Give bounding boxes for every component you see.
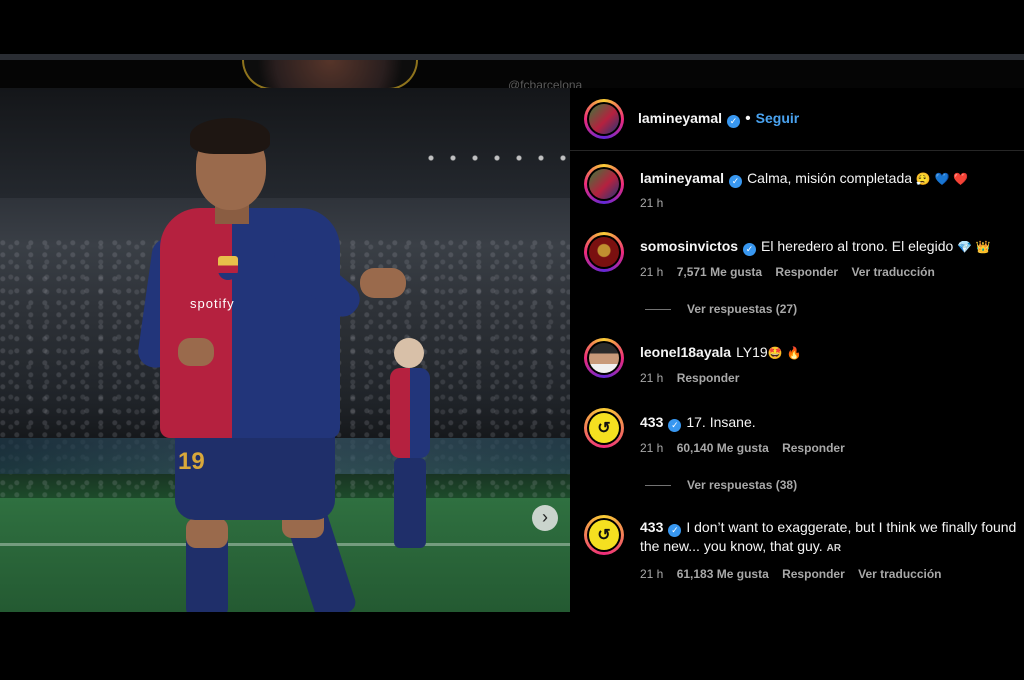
background-player-legs [394, 458, 426, 548]
comment-emojis: 💎 👑 [957, 240, 991, 254]
follow-button[interactable]: Seguir [756, 110, 800, 126]
commenter-username[interactable]: somosinvictos [640, 238, 738, 254]
commenter-avatar[interactable] [584, 164, 624, 204]
view-replies-button[interactable]: Ver respuestas (27) [645, 302, 797, 316]
commenter-avatar[interactable] [584, 338, 624, 378]
reply-button[interactable]: Responder [782, 567, 845, 581]
player-hair [190, 118, 270, 154]
comment-time[interactable]: 21 h [640, 196, 663, 210]
comment-text-line: 433 ✓ I don’t want to exaggerate, but I th… [640, 518, 1016, 537]
comment-text-line: leonel18ayala LY19🤩 🔥 [640, 343, 801, 363]
stadium-roof [0, 88, 570, 198]
reply-button[interactable]: Responder [782, 441, 845, 455]
player-left-hand [178, 338, 214, 366]
post-header: lamineyamal ✓ • Seguir [570, 88, 1024, 151]
brand-433-icon: ↺ [597, 420, 611, 437]
commenter-avatar[interactable]: ↺ [584, 515, 624, 555]
commenter-username[interactable]: lamineyamal [640, 170, 724, 186]
comment-body: I don’t want to exaggerate, but I think … [686, 519, 1017, 535]
likes-count[interactable]: 61,183 Me gusta [677, 567, 769, 581]
comment-body: 17. Insane. [686, 414, 756, 430]
ar-effect-label[interactable]: AR [827, 543, 841, 554]
next-photo-button[interactable]: › [532, 505, 558, 531]
comment-body: El heredero al trono. El elegido [761, 238, 954, 254]
translate-button[interactable]: Ver traducción [851, 265, 934, 279]
commenter-avatar[interactable]: ↺ [584, 408, 624, 448]
verified-badge-icon: ✓ [729, 175, 743, 188]
reply-button[interactable]: Responder [775, 265, 838, 279]
commenter-username[interactable]: 433 [640, 414, 663, 430]
commenter-username[interactable]: leonel18ayala [640, 344, 731, 360]
commenter-username[interactable]: 433 [640, 519, 663, 535]
pitch-line [0, 543, 570, 546]
view-replies-button[interactable]: Ver respuestas (38) [645, 478, 797, 492]
comment-text-line: lamineyamal ✓ Calma, misión completada 😮‍💨… [640, 169, 968, 189]
author-avatar[interactable] [584, 99, 624, 139]
comment-text-line: somosinvictos ✓ El heredero al trono. El e… [640, 237, 991, 257]
verified-badge-icon: ✓ [668, 419, 682, 432]
background-avatar [242, 60, 418, 90]
verified-badge-icon: ✓ [743, 243, 757, 256]
player-jersey [160, 208, 340, 438]
comment-time[interactable]: 21 h [640, 265, 663, 279]
verified-badge-icon: ✓ [668, 524, 682, 537]
comment-meta: 21 h [640, 196, 673, 210]
replies-line [645, 485, 671, 487]
background-player-shirt [390, 368, 430, 458]
background-player [380, 338, 440, 558]
author-line: lamineyamal ✓ • Seguir [638, 110, 799, 128]
comment-meta: 21 h 61,183 Me gusta Responder Ver tradu… [640, 567, 952, 581]
comment-text-line-2: the new... you know, that guy. AR [640, 537, 841, 558]
comment-meta: 21 h Responder [640, 371, 749, 385]
view-replies-label: Ver respuestas (38) [687, 478, 798, 492]
jersey-sponsor: spotify [190, 296, 235, 311]
translate-button[interactable]: Ver traducción [858, 567, 941, 581]
player-right-hand [360, 268, 406, 298]
separator-dot: • [745, 110, 751, 127]
brand-433-icon: ↺ [597, 527, 611, 544]
shorts-number: 19 [178, 448, 205, 475]
bottom-bar [0, 612, 1024, 680]
comment-text-line: 433 ✓ 17. Insane. [640, 413, 756, 432]
background-profile-strip: @fcbarcelona [0, 60, 1024, 92]
commenter-avatar[interactable] [584, 232, 624, 272]
comment-body: Calma, misión completada [747, 170, 913, 186]
likes-count[interactable]: 60,140 Me gusta [677, 441, 769, 455]
comment-meta: 21 h 7,571 Me gusta Responder Ver traduc… [640, 265, 945, 279]
likes-count[interactable]: 7,571 Me gusta [677, 265, 762, 279]
top-bar [0, 0, 1024, 54]
comment-emojis: 😮‍💨 💙 ❤️ [915, 172, 969, 186]
comment-meta: 21 h 60,140 Me gusta Responder [640, 441, 855, 455]
comment-body: LY19 [736, 344, 768, 360]
comment-time[interactable]: 21 h [640, 441, 663, 455]
player-left-knee [186, 518, 228, 548]
comment-time[interactable]: 21 h [640, 371, 663, 385]
verified-badge-icon: ✓ [727, 115, 741, 128]
replies-line [645, 309, 671, 311]
view-replies-label: Ver respuestas (27) [687, 302, 798, 316]
comment-body-continued: the new... you know, that guy. [640, 538, 823, 554]
comments-panel: lamineyamal ✓ • Seguir lamineyamal ✓ Calma, m… [570, 88, 1024, 612]
reply-button[interactable]: Responder [677, 371, 740, 385]
stadium-lights [420, 148, 570, 168]
club-crest-icon [218, 256, 238, 280]
comment-emojis: 🤩 🔥 [767, 346, 802, 360]
comment-time[interactable]: 21 h [640, 567, 663, 581]
author-username[interactable]: lamineyamal [638, 110, 722, 126]
jersey-red-half [160, 208, 232, 438]
post-photo[interactable]: 19 spotify › [0, 88, 570, 612]
background-player-head [394, 338, 424, 368]
